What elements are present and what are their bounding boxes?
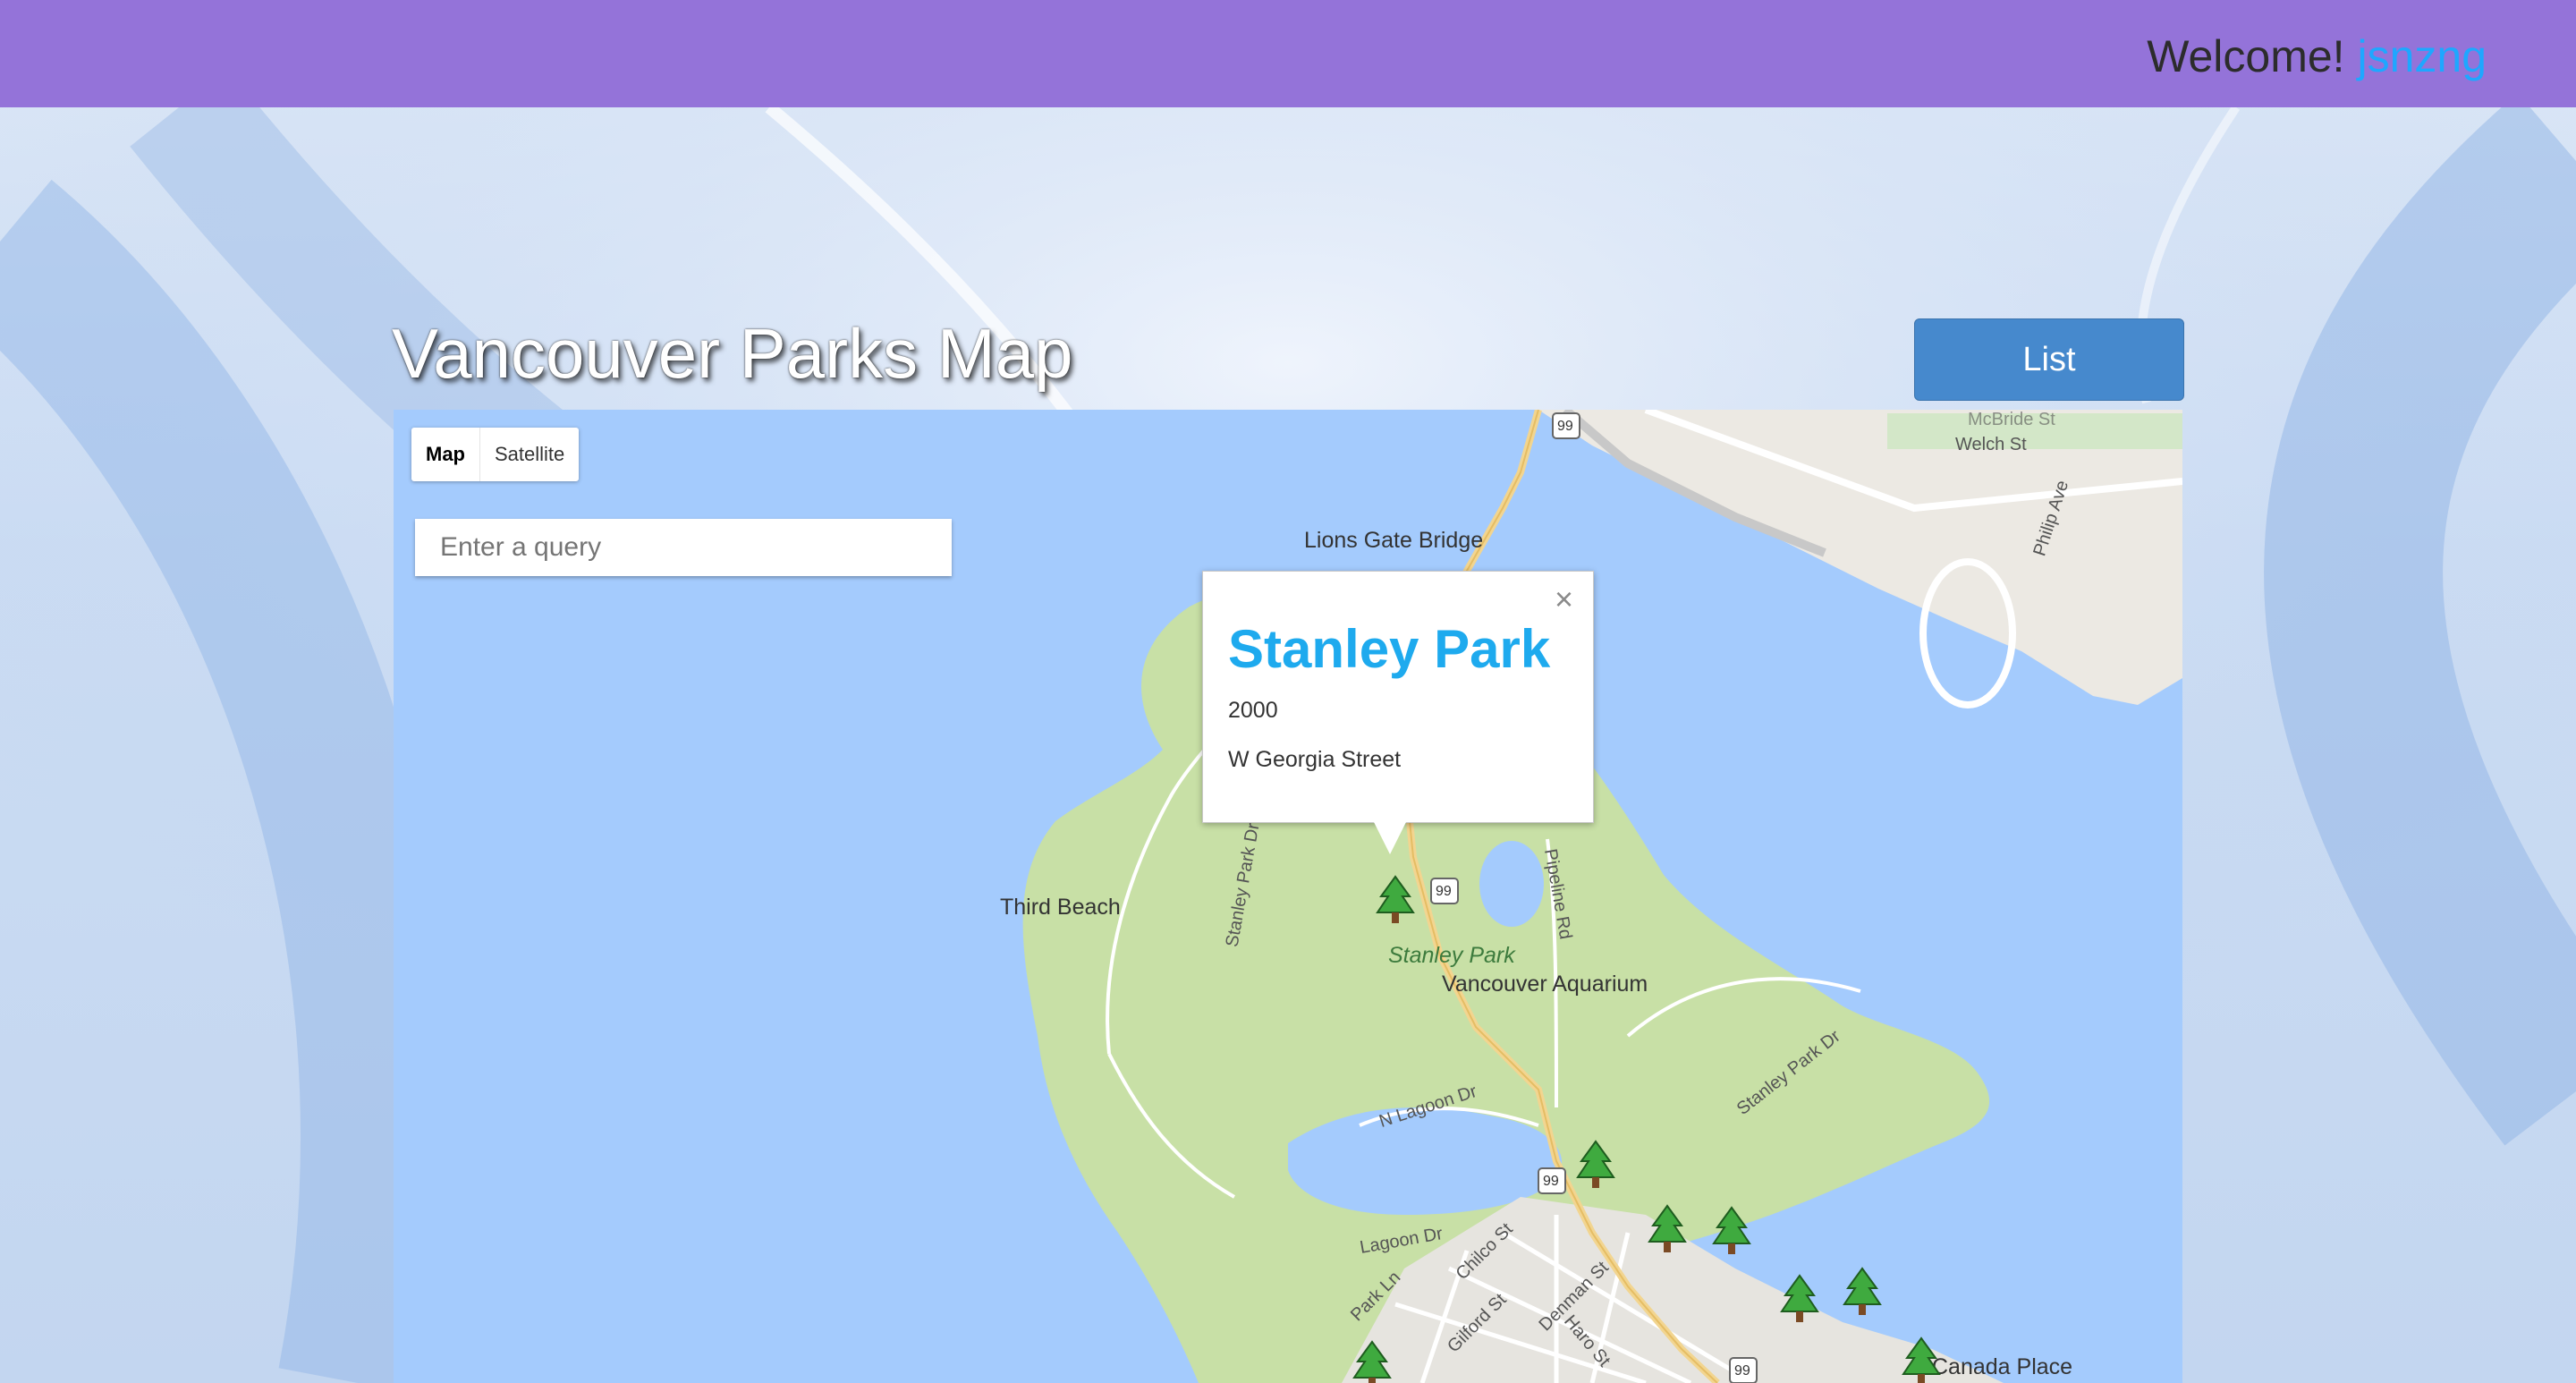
- page-title: Vancouver Parks Map: [392, 314, 1073, 393]
- tree-icon[interactable]: [1376, 875, 1415, 925]
- tree-icon[interactable]: [1576, 1140, 1615, 1190]
- map-type-control: Map Satellite: [411, 428, 580, 481]
- username-link[interactable]: jsnzng: [2357, 31, 2487, 81]
- north-shore-land: [1538, 410, 2182, 705]
- label-canada-place: Canada Place: [1932, 1354, 2073, 1379]
- info-window-pointer: [1374, 822, 1406, 854]
- highway-99-number: 99: [1557, 419, 1573, 434]
- welcome-label: Welcome!: [2147, 31, 2345, 81]
- map-container[interactable]: Map Satellite Lions Gate Bridge Third Be…: [394, 410, 2182, 1383]
- welcome-message: Welcome! jsnzng: [2147, 30, 2487, 82]
- label-lions-gate-bridge: Lions Gate Bridge: [1304, 528, 1484, 553]
- label-welch-st: Welch St: [1955, 435, 2027, 454]
- info-park-name: Stanley Park: [1228, 619, 1551, 679]
- tree-icon[interactable]: [1843, 1267, 1882, 1317]
- tree-icon[interactable]: [1712, 1206, 1751, 1256]
- info-address-number: 2000: [1228, 698, 1278, 723]
- tree-icon[interactable]: [1780, 1274, 1819, 1324]
- tree-icon[interactable]: [1352, 1340, 1392, 1383]
- info-address-street: W Georgia Street: [1228, 747, 1402, 772]
- label-stanley-park: Stanley Park: [1388, 943, 1515, 968]
- map-type-map-button[interactable]: Map: [411, 428, 480, 481]
- info-window: × Stanley Park 2000 W Georgia Street: [1202, 571, 1594, 823]
- highway-99-number: 99: [1734, 1363, 1750, 1379]
- tree-icon[interactable]: [1648, 1204, 1687, 1254]
- highway-99-number: 99: [1543, 1174, 1559, 1189]
- close-icon[interactable]: ×: [1555, 581, 1573, 618]
- top-navbar: Welcome! jsnzng: [0, 0, 2576, 107]
- tree-icon[interactable]: [1902, 1336, 1941, 1383]
- search-input[interactable]: [415, 519, 952, 576]
- label-vancouver-aquarium: Vancouver Aquarium: [1442, 971, 1648, 997]
- highway-99-number: 99: [1436, 884, 1452, 899]
- label-third-beach: Third Beach: [1000, 895, 1121, 920]
- list-view-button[interactable]: List: [1914, 318, 2184, 401]
- map-type-satellite-button[interactable]: Satellite: [480, 428, 579, 481]
- label-mcbride-st: McBride St: [1968, 410, 2055, 429]
